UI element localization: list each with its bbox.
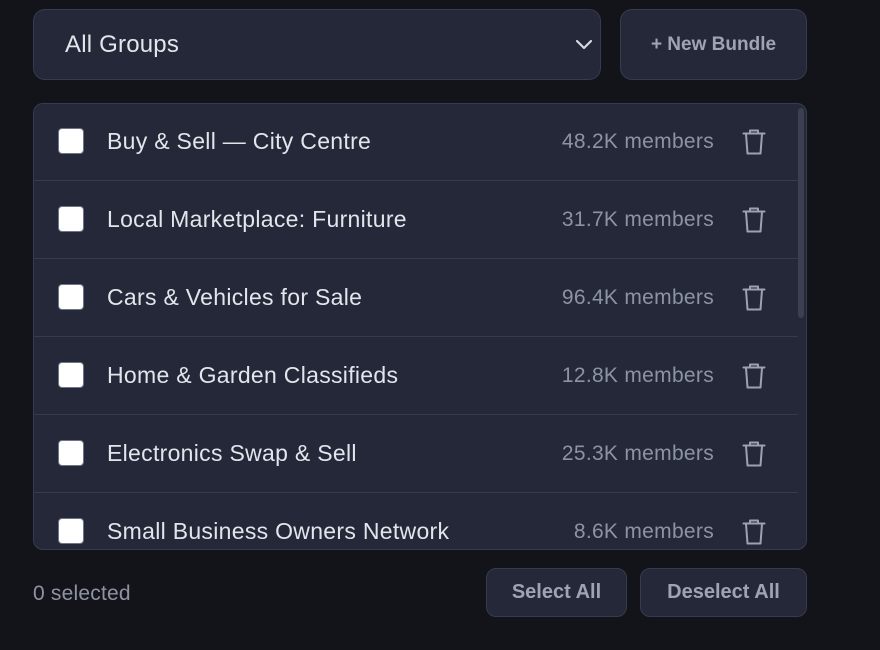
- list-item[interactable]: Local Marketplace: Furniture 31.7K member…: [34, 182, 798, 259]
- new-bundle-button[interactable]: + New Bundle: [620, 9, 807, 80]
- group-member-count: 48.2K members: [561, 130, 714, 153]
- list-item[interactable]: Small Business Owners Network 8.6K member…: [34, 494, 798, 549]
- trash-icon[interactable]: [741, 518, 767, 546]
- list-item[interactable]: Buy & Sell — City Centre 48.2K members: [34, 104, 798, 181]
- group-checkbox[interactable]: [58, 518, 84, 544]
- group-name: Cars & Vehicles for Sale: [107, 284, 363, 310]
- group-filter-value: All Groups: [65, 30, 180, 58]
- list-item[interactable]: Electronics Swap & Sell 25.3K members: [34, 416, 798, 493]
- list-scrollbar[interactable]: [798, 108, 804, 318]
- group-name: Buy & Sell — City Centre: [107, 128, 372, 154]
- trash-icon[interactable]: [741, 440, 767, 468]
- group-member-count: 31.7K members: [561, 208, 714, 231]
- trash-icon[interactable]: [741, 284, 767, 312]
- group-checkbox[interactable]: [58, 128, 84, 154]
- list-item[interactable]: Cars & Vehicles for Sale 96.4K members: [34, 260, 798, 337]
- group-name: Electronics Swap & Sell: [107, 440, 357, 466]
- list-item[interactable]: Home & Garden Classifieds 12.8K members: [34, 338, 798, 415]
- group-filter-dropdown[interactable]: All Groups: [33, 9, 601, 80]
- select-all-button[interactable]: Select All: [486, 568, 627, 617]
- group-selector-panel: All Groups + New Bundle Buy & Sell — Cit…: [0, 0, 880, 650]
- trash-icon[interactable]: [741, 206, 767, 234]
- group-checkbox[interactable]: [58, 362, 84, 388]
- group-checkbox[interactable]: [58, 284, 84, 310]
- group-checkbox[interactable]: [58, 206, 84, 232]
- trash-icon[interactable]: [741, 128, 767, 156]
- group-list[interactable]: Buy & Sell — City Centre 48.2K members Loc…: [33, 103, 807, 550]
- group-member-count: 96.4K members: [561, 286, 714, 309]
- selected-count: 0 selected: [33, 582, 131, 605]
- trash-icon[interactable]: [741, 362, 767, 390]
- deselect-all-button[interactable]: Deselect All: [640, 568, 807, 617]
- group-member-count: 25.3K members: [561, 442, 714, 465]
- group-name: Home & Garden Classifieds: [107, 362, 399, 388]
- group-checkbox[interactable]: [58, 440, 84, 466]
- group-member-count: 12.8K members: [561, 364, 714, 387]
- chevron-down-icon: [575, 39, 593, 50]
- group-member-count: 8.6K members: [573, 520, 714, 543]
- group-name: Local Marketplace: Furniture: [107, 206, 407, 232]
- group-name: Small Business Owners Network: [107, 518, 450, 544]
